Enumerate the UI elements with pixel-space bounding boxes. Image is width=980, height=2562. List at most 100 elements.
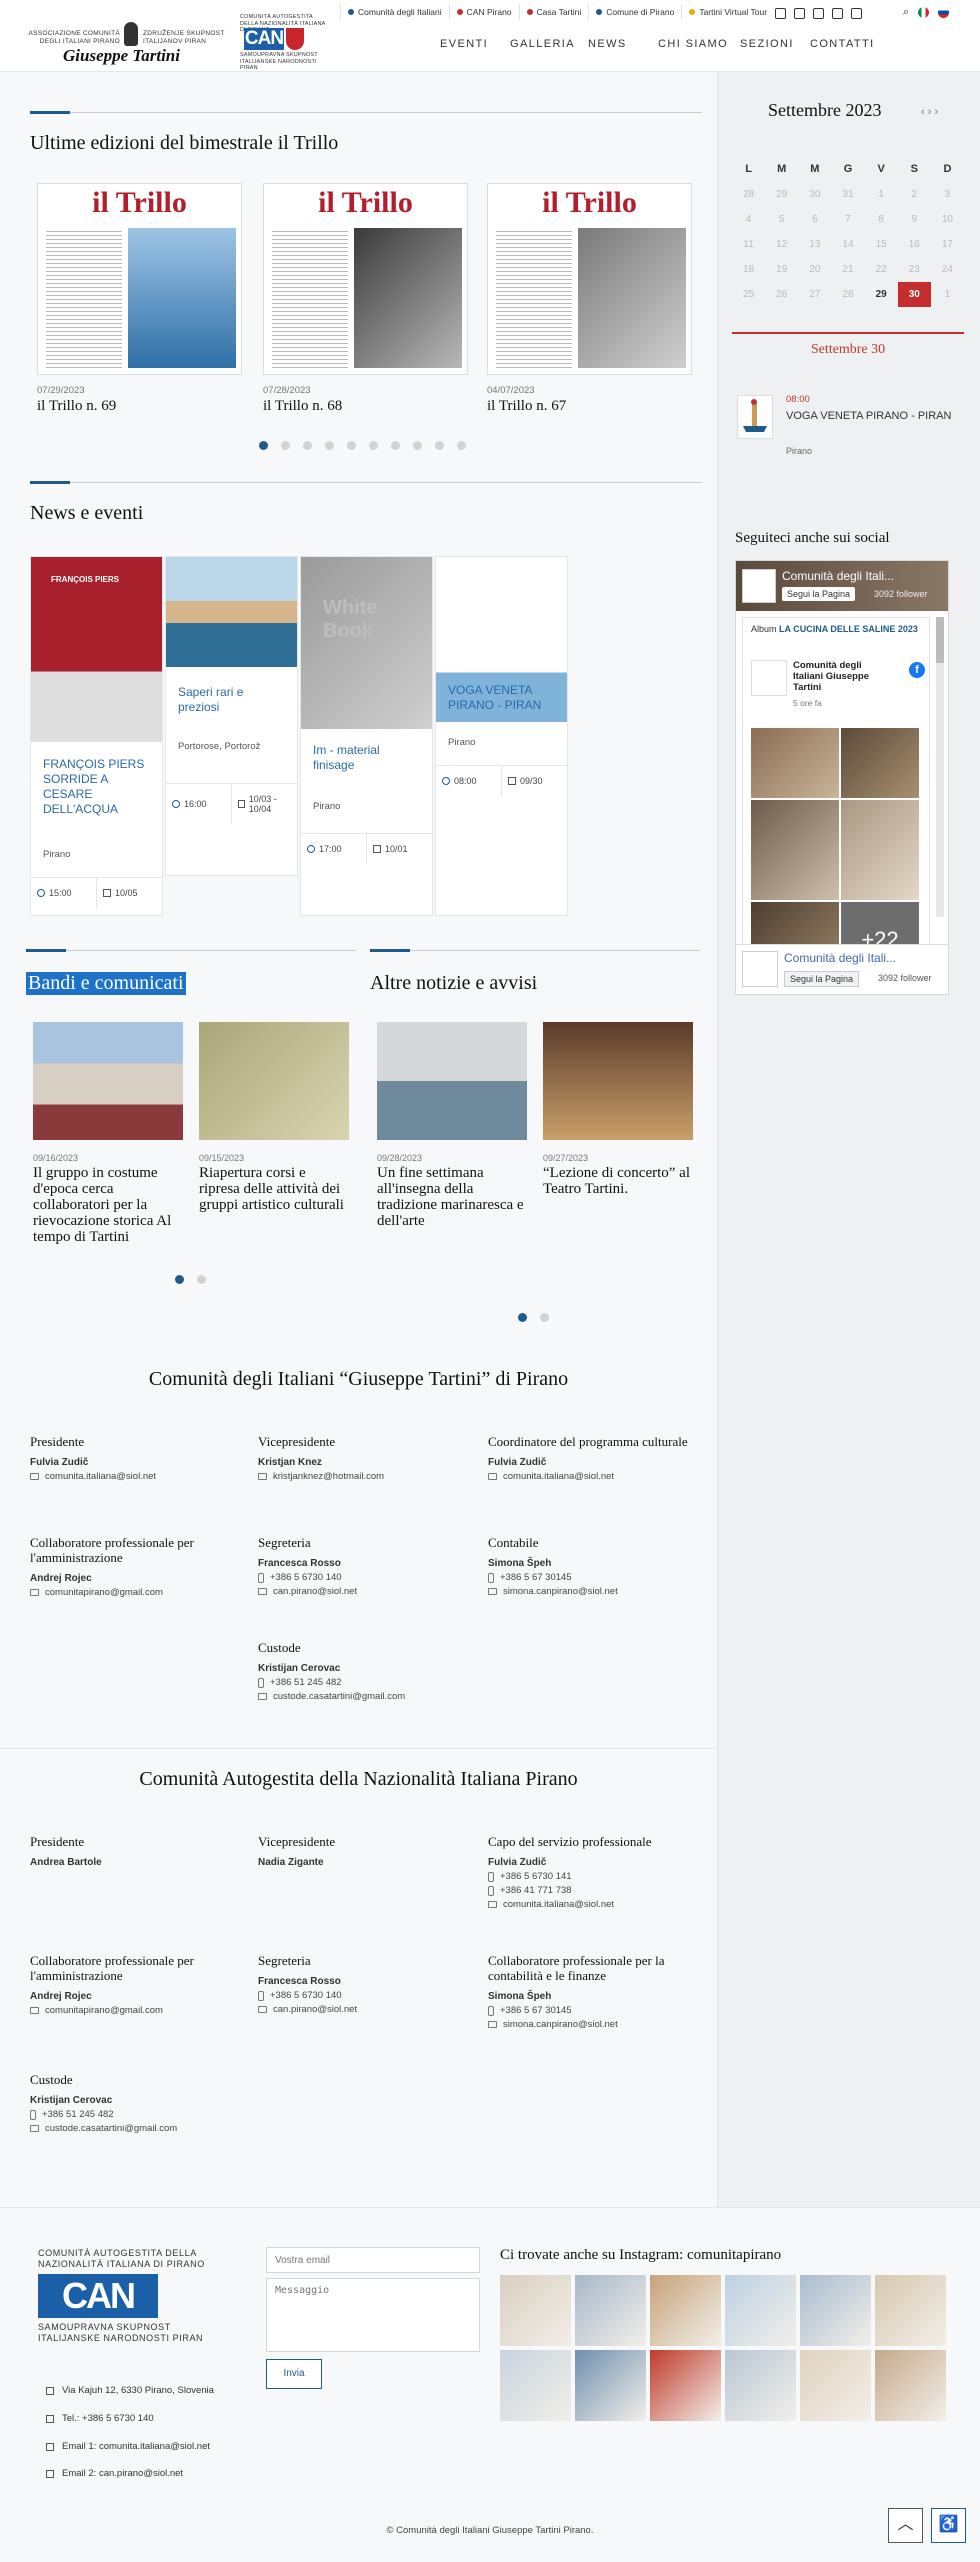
search-icon[interactable]: ⌕ bbox=[903, 6, 909, 19]
instagram-photo[interactable] bbox=[875, 2275, 946, 2346]
calendar-day[interactable]: 10 bbox=[931, 207, 964, 232]
footer-phone-text[interactable]: Tel.: +386 5 6730 140 bbox=[62, 2413, 154, 2424]
news-title[interactable]: Saperi rari e preziosi bbox=[166, 685, 297, 715]
fb-photo[interactable] bbox=[841, 728, 919, 798]
instagram-photo[interactable] bbox=[650, 2350, 721, 2421]
trillo-card[interactable]: il Trillo 07/28/2023 il Trillo n. 68 bbox=[263, 183, 468, 415]
person-email[interactable]: simona.canpirano@siol.net bbox=[488, 1586, 703, 1597]
footer-message-input[interactable] bbox=[266, 2278, 480, 2352]
carousel-dot[interactable] bbox=[435, 441, 444, 450]
calendar-day[interactable]: 25 bbox=[732, 282, 765, 307]
tripadvisor-icon[interactable] bbox=[813, 8, 824, 19]
instagram-photo[interactable] bbox=[500, 2350, 571, 2421]
person-email[interactable]: comunita.italiana@siol.net bbox=[488, 1471, 703, 1482]
calendar-day[interactable]: 23 bbox=[898, 257, 931, 282]
calendar-day[interactable]: 30 bbox=[897, 282, 931, 307]
calendar-day[interactable]: 5 bbox=[765, 207, 798, 232]
bandi-image[interactable] bbox=[199, 1022, 349, 1140]
calendar-day[interactable]: 27 bbox=[798, 282, 831, 307]
fb-page-name[interactable]: Comunità degli Itali... bbox=[782, 569, 894, 583]
instagram-photo[interactable] bbox=[575, 2350, 646, 2421]
carousel-dot[interactable] bbox=[457, 441, 466, 450]
carousel-dot[interactable] bbox=[259, 441, 268, 450]
news-card[interactable]: White Book Im - material finisage Pirano 17… bbox=[300, 556, 433, 916]
calendar-day[interactable]: 31 bbox=[831, 182, 864, 207]
site-logo[interactable]: ASSOCIAZIONE COMUNITÀ DEGLI ITALIANI PIR… bbox=[8, 16, 234, 68]
fb-scrollbar[interactable] bbox=[936, 617, 944, 917]
instagram-photo[interactable] bbox=[725, 2275, 796, 2346]
calendar-day[interactable]: 13 bbox=[798, 232, 831, 257]
person-email[interactable]: kristjanknez@hotmail.com bbox=[258, 1471, 473, 1482]
calendar-day[interactable]: 11 bbox=[732, 232, 765, 257]
event-title[interactable]: VOGA VENETA PIRANO - PIRAN bbox=[786, 410, 966, 423]
bandi-card[interactable]: 09/16/2023 Il gruppo in costume d'epoca c… bbox=[33, 1022, 183, 1245]
nav-item-5[interactable]: CONTATTI bbox=[810, 38, 875, 50]
carousel-dot[interactable] bbox=[281, 441, 290, 450]
fb-follow-button[interactable]: Segui la Pagina bbox=[782, 587, 856, 601]
person-email[interactable]: custode.casatartini@gmail.com bbox=[258, 1691, 473, 1702]
person-phone[interactable]: +386 5 6730 140 bbox=[258, 1572, 473, 1583]
person-phone[interactable]: +386 41 771 738 bbox=[488, 1885, 703, 1896]
calendar-day[interactable]: 21 bbox=[831, 257, 864, 282]
altre-card[interactable]: 09/27/2023 “Lezione di concerto” al Teatr… bbox=[543, 1022, 693, 1197]
nav-item-1[interactable]: GALLERIA bbox=[510, 38, 575, 50]
trillo-title[interactable]: il Trillo n. 69 bbox=[37, 398, 242, 415]
instagram-photo[interactable] bbox=[875, 2350, 946, 2421]
accessibility-icon[interactable]: ♿ bbox=[931, 2508, 966, 2543]
calendar-day[interactable]: 12 bbox=[765, 232, 798, 257]
person-email[interactable]: comunita.italiana@siol.net bbox=[30, 1471, 245, 1482]
carousel-dot[interactable] bbox=[369, 441, 378, 450]
top-link[interactable]: Casa Tartini bbox=[518, 4, 589, 20]
news-title[interactable]: Im - material finisage bbox=[301, 743, 432, 773]
carousel-dot[interactable] bbox=[303, 441, 312, 450]
person-email[interactable]: comunitapirano@gmail.com bbox=[30, 1587, 245, 1598]
calendar-day[interactable]: 22 bbox=[865, 257, 898, 282]
altre-image[interactable] bbox=[543, 1022, 693, 1140]
top-link[interactable]: Comune di Pirano bbox=[588, 4, 681, 20]
news-title[interactable]: VOGA VENETA PIRANO - PIRAN bbox=[436, 683, 567, 713]
bandi-card[interactable]: 09/15/2023 Riapertura corsi e ripresa del… bbox=[199, 1022, 349, 1213]
fb-follow-button[interactable]: Segui la Pagina bbox=[784, 971, 860, 987]
facebook-icon[interactable] bbox=[775, 8, 786, 19]
back-to-top-icon[interactable]: ︿ bbox=[888, 2508, 923, 2543]
fb-album-title[interactable]: LA CUCINA DELLE SALINE 2023 bbox=[779, 624, 918, 634]
calendar-day[interactable]: 1 bbox=[931, 282, 964, 307]
top-link[interactable]: CAN Pirano bbox=[448, 4, 519, 20]
calendar-day[interactable]: 8 bbox=[865, 207, 898, 232]
nav-item-4[interactable]: SEZIONI bbox=[740, 38, 794, 50]
altre-card[interactable]: 09/28/2023 Un fine settimana all'insegna … bbox=[377, 1022, 527, 1229]
news-card[interactable]: FRANÇOIS PIERS FRANÇOIS PIERS SORRIDE A C… bbox=[30, 556, 163, 916]
carousel-dot[interactable] bbox=[175, 1275, 184, 1284]
trillo-cover[interactable]: il Trillo bbox=[263, 183, 468, 375]
calendar-day[interactable]: 6 bbox=[798, 207, 831, 232]
fb-page-avatar[interactable] bbox=[742, 951, 778, 987]
person-phone[interactable]: +386 5 6730 140 bbox=[258, 1990, 473, 2001]
altre-title[interactable]: “Lezione di concerto” al Teatro Tartini. bbox=[543, 1165, 693, 1197]
carousel-dot[interactable] bbox=[197, 1275, 206, 1284]
person-phone[interactable]: +386 51 245 482 bbox=[30, 2109, 245, 2120]
carousel-dot[interactable] bbox=[518, 1313, 527, 1322]
calendar-day[interactable]: 29 bbox=[865, 282, 898, 307]
news-image[interactable]: White Book bbox=[301, 557, 432, 729]
instagram-photo[interactable] bbox=[500, 2275, 571, 2346]
can-logo[interactable]: COMUNITÀ AUTOGESTITA DELLA NAZIONALITÀ I… bbox=[240, 14, 332, 71]
fb-photo[interactable] bbox=[751, 728, 839, 798]
news-card[interactable]: Saperi rari e preziosi Portorose, Portoro… bbox=[165, 556, 298, 876]
calendar-day[interactable]: 3 bbox=[931, 182, 964, 207]
news-image[interactable] bbox=[166, 557, 297, 667]
person-email[interactable]: simona.canpirano@siol.net bbox=[488, 2019, 703, 2030]
trillo-card[interactable]: il Trillo 07/29/2023 il Trillo n. 69 bbox=[37, 183, 242, 415]
person-email[interactable]: comunita.italiana@siol.net bbox=[488, 1899, 703, 1910]
calendar-day[interactable]: 17 bbox=[931, 232, 964, 257]
nav-item-3[interactable]: CHI SIAMO bbox=[658, 38, 728, 50]
footer-email-input[interactable] bbox=[266, 2247, 480, 2273]
instagram-photo[interactable] bbox=[725, 2350, 796, 2421]
footer-can-logo[interactable]: COMUNITÀ AUTOGESTITA DELLA NAZIONALITÀ I… bbox=[38, 2248, 218, 2344]
calendar-day[interactable]: 26 bbox=[765, 282, 798, 307]
rss-icon[interactable] bbox=[851, 8, 862, 19]
carousel-dot[interactable] bbox=[540, 1313, 549, 1322]
fb-photo[interactable] bbox=[751, 800, 839, 900]
news-card[interactable]: VOGA VENETA PIRANO - PIRAN Pirano 08:00 09/… bbox=[435, 556, 568, 916]
calendar-day[interactable]: 18 bbox=[732, 257, 765, 282]
calendar-day[interactable]: 9 bbox=[898, 207, 931, 232]
